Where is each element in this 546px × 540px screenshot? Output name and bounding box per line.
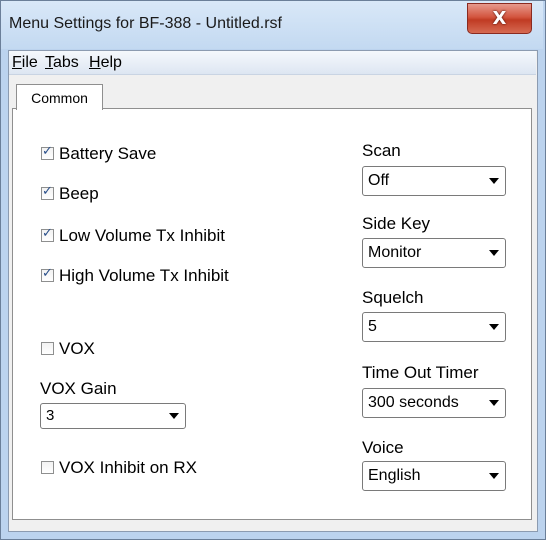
squelch-label: Squelch [362,288,424,307]
close-icon: X [492,8,507,29]
high-volume-tx-inhibit-label[interactable]: High Volume Tx Inhibit [59,266,229,286]
side-key-value: Monitor [368,244,422,261]
scan-select[interactable]: Off [362,166,506,196]
window-title: Menu Settings for BF-388 - Untitled.rsf [9,15,282,32]
high-volume-tx-inhibit-checkbox[interactable]: ✓ [41,266,54,282]
menu-file[interactable]: File [12,54,38,72]
tab-common-label: Common [31,89,88,106]
scan-value: Off [368,172,390,189]
chevron-down-icon [489,400,499,406]
vox-inhibit-on-rx-label[interactable]: VOX Inhibit on RX [59,458,197,478]
close-button[interactable]: X [467,3,532,34]
side-key-label: Side Key [362,214,431,233]
time-out-timer-select[interactable]: 300 seconds [362,388,506,418]
checkmark-icon: ✓ [42,226,53,241]
voice-value: English [368,467,421,484]
vox-gain-label: VOX Gain [40,379,117,398]
voice-select[interactable]: English [362,461,506,491]
beep-checkbox[interactable]: ✓ [41,184,54,200]
checkmark-icon: ✓ [42,266,53,281]
menu-tabs[interactable]: Tabs [45,54,79,72]
squelch-value: 5 [368,318,377,335]
menu-bar: File Tabs Help [9,51,536,75]
vox-label[interactable]: VOX [59,339,95,359]
vox-gain-value: 3 [46,407,55,424]
checkmark-icon: ✓ [42,144,53,159]
chevron-down-icon [489,473,499,479]
battery-save-checkbox[interactable]: ✓ [41,144,54,160]
voice-label: Voice [362,438,404,457]
vox-gain-select[interactable]: 3 [40,403,186,429]
scan-label: Scan [362,141,401,160]
menu-help[interactable]: Help [89,54,122,72]
beep-label[interactable]: Beep [59,184,99,204]
side-key-select[interactable]: Monitor [362,238,506,268]
low-volume-tx-inhibit-checkbox[interactable]: ✓ [41,226,54,242]
vox-inhibit-on-rx-checkbox[interactable] [41,461,54,474]
title-bar[interactable]: Menu Settings for BF-388 - Untitled.rsf … [1,1,543,49]
time-out-timer-label: Time Out Timer [362,363,479,382]
chevron-down-icon [489,178,499,184]
low-volume-tx-inhibit-label[interactable]: Low Volume Tx Inhibit [59,226,225,246]
tab-common[interactable]: Common [16,84,103,110]
squelch-select[interactable]: 5 [362,312,506,342]
battery-save-label[interactable]: Battery Save [59,144,156,164]
time-out-timer-value: 300 seconds [368,394,459,411]
checkmark-icon: ✓ [42,184,53,199]
vox-checkbox[interactable] [41,342,54,355]
chevron-down-icon [169,413,179,419]
chevron-down-icon [489,250,499,256]
chevron-down-icon [489,324,499,330]
